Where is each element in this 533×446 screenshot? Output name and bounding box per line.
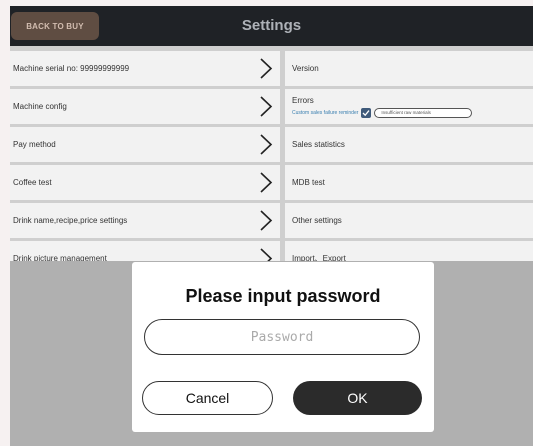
menu-item-other-settings[interactable]: Other settings [285, 203, 533, 238]
menu-item-coffee-test[interactable]: Coffee test [10, 165, 280, 200]
menu-item-version[interactable]: Version [285, 51, 533, 86]
menu-item-drink-settings[interactable]: Drink name,recipe,price settings [10, 203, 280, 238]
reminder-checkbox[interactable] [361, 107, 372, 118]
menu-item-sales-statistics[interactable]: Sales statistics [285, 127, 533, 162]
chevron-right-icon [256, 209, 276, 232]
password-input[interactable] [144, 319, 420, 355]
menu-item-errors[interactable]: Errors Custom sales failure reminder Ins… [285, 89, 533, 124]
reminder-label: Custom sales failure reminder [292, 109, 359, 116]
menu-item-machine-config[interactable]: Machine config [10, 89, 280, 124]
menu-item-label: Errors [292, 95, 314, 105]
menu-item-mdb-test[interactable]: MDB test [285, 165, 533, 200]
cancel-button[interactable]: Cancel [142, 381, 273, 415]
chevron-right-icon [256, 95, 276, 118]
menu-item-label: Other settings [292, 216, 342, 225]
top-bar: BACK TO BUY Settings [10, 6, 533, 46]
menu-item-label: Version [292, 64, 319, 73]
menu-item-label: Sales statistics [292, 140, 345, 149]
chevron-right-icon [256, 171, 276, 194]
menu-item-machine-serial[interactable]: Machine serial no: 99999999999 [10, 51, 280, 86]
menu-item-label: Pay method [13, 140, 56, 149]
chevron-right-icon [256, 57, 276, 80]
menu-item-pay-method[interactable]: Pay method [10, 127, 280, 162]
reminder-text-input[interactable]: Insufficient raw materials [374, 107, 473, 118]
menu-item-label: MDB test [292, 178, 325, 187]
page-title: Settings [241, 17, 302, 34]
menu-item-label: Machine serial no: 99999999999 [13, 64, 130, 73]
menu-item-label: Coffee test [13, 178, 52, 187]
sales-failure-reminder-row: Custom sales failure reminder Insufficie… [292, 107, 473, 118]
dialog-title: Please input password [185, 286, 381, 306]
chevron-right-icon [256, 133, 276, 156]
menu-item-label: Machine config [13, 102, 67, 111]
menu-item-label: Drink name,recipe,price settings [13, 216, 128, 225]
ok-button[interactable]: OK [293, 381, 422, 415]
password-dialog: Please input password Cancel OK [132, 262, 434, 432]
